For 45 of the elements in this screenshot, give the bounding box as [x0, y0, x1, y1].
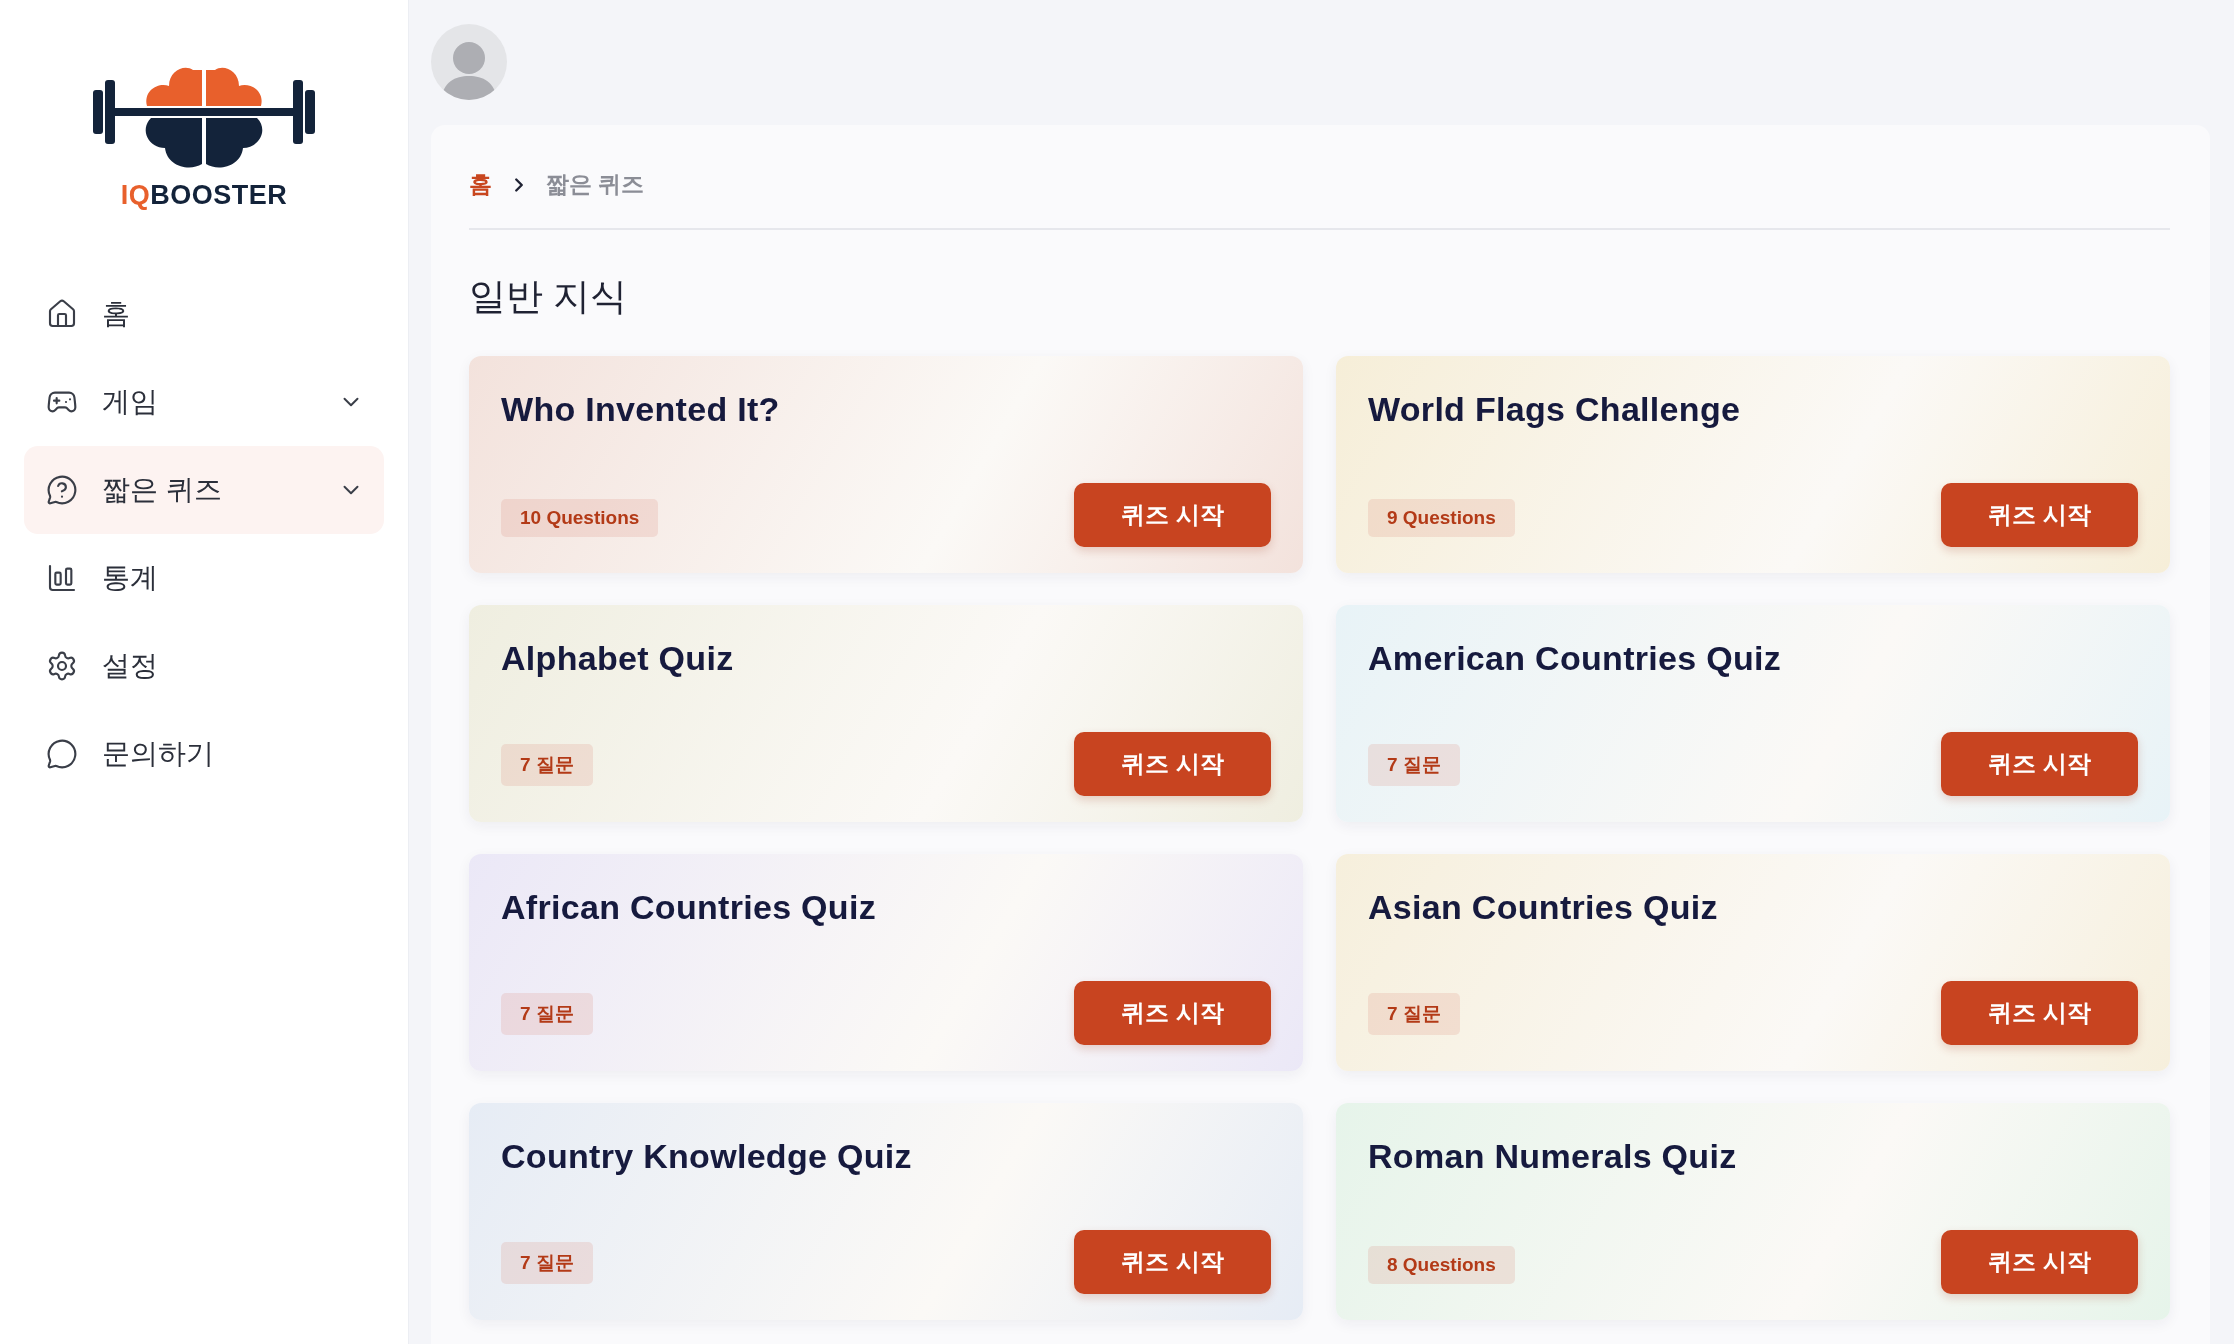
start-quiz-button[interactable]: 퀴즈 시작	[1941, 1230, 2138, 1294]
question-count: 7 질문	[501, 744, 593, 786]
sidebar-label: 게임	[102, 385, 159, 419]
section-title: 일반 지식	[469, 275, 629, 319]
sidebar-item[interactable]: 문의하기	[24, 710, 384, 798]
quiz-title: Asian Countries Quiz	[1368, 888, 1719, 927]
breadcrumb-link[interactable]: 짧은 퀴즈	[546, 169, 645, 200]
sidebar-label: 통계	[102, 561, 159, 595]
quiz-title: Alphabet Quiz	[501, 639, 735, 678]
start-quiz-button[interactable]: 퀴즈 시작	[1074, 981, 1271, 1045]
question-bubble-icon	[46, 474, 78, 506]
question-count: 7 질문	[1368, 744, 1460, 786]
question-count: 7 질문	[501, 993, 593, 1035]
quiz-title: African Countries Quiz	[501, 888, 877, 927]
question-count: 8 Questions	[1368, 1246, 1515, 1284]
sidebar-item[interactable]: 홈	[24, 270, 384, 358]
start-quiz-button[interactable]: 퀴즈 시작	[1941, 732, 2138, 796]
quiz-title: World Flags Challenge	[1368, 390, 1742, 429]
question-count: 7 질문	[501, 1242, 593, 1284]
start-quiz-button[interactable]: 퀴즈 시작	[1941, 483, 2138, 547]
sidebar-label: 홈	[102, 297, 131, 331]
question-count: 9 Questions	[1368, 499, 1515, 537]
question-count: 10 Questions	[501, 499, 659, 537]
quiz-title: American Countries Quiz	[1368, 639, 1783, 678]
breadcrumb-link[interactable]: 홈	[469, 169, 492, 200]
logo-text: IQBOOSTER	[120, 180, 288, 211]
sidebar-label: 문의하기	[102, 737, 215, 771]
sidebar-label: 짧은 퀴즈	[102, 473, 223, 507]
chat-bubble-icon	[46, 738, 78, 770]
sidebar-item[interactable]: 설정	[24, 622, 384, 710]
quiz-title: Roman Numerals Quiz	[1368, 1137, 1738, 1176]
settings-icon	[46, 650, 78, 682]
home-icon	[46, 298, 78, 330]
start-quiz-button[interactable]: 퀴즈 시작	[1074, 483, 1271, 547]
start-quiz-button[interactable]: 퀴즈 시작	[1074, 732, 1271, 796]
bar-chart-icon	[46, 562, 78, 594]
start-quiz-button[interactable]: 퀴즈 시작	[1074, 1230, 1271, 1294]
sidebar-item[interactable]: 통계	[24, 534, 384, 622]
quiz-title: Who Invented It?	[501, 390, 781, 429]
quiz-title: Country Knowledge Quiz	[501, 1137, 913, 1176]
sidebar-item[interactable]: 짧은 퀴즈	[24, 446, 384, 534]
sidebar-label: 설정	[102, 649, 159, 683]
start-quiz-button[interactable]: 퀴즈 시작	[1941, 981, 2138, 1045]
sidebar-item[interactable]: 게임	[24, 358, 384, 446]
question-count: 7 질문	[1368, 993, 1460, 1035]
